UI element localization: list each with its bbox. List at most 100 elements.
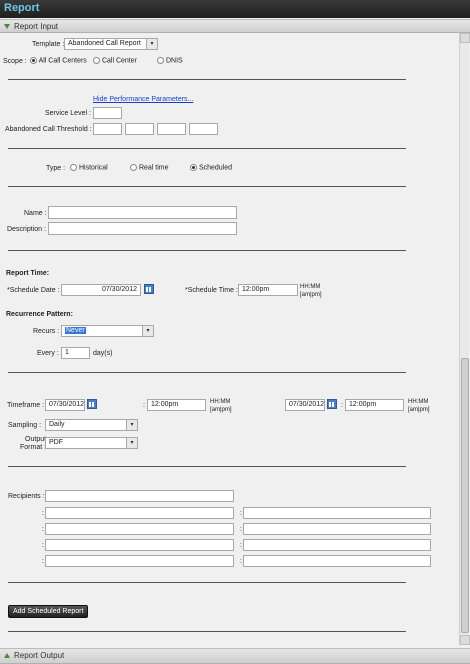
scope-option-label: DNIS — [165, 57, 183, 65]
type-historical[interactable]: Historical — [70, 164, 108, 171]
template-value: Abandoned Call Report — [68, 40, 141, 47]
report-output-header[interactable]: Report Output — [0, 648, 470, 664]
chevron-down-icon: ▾ — [126, 420, 137, 430]
recipient-input-6[interactable] — [45, 539, 234, 551]
threshold-input-4[interactable] — [189, 123, 218, 135]
separator — [8, 79, 406, 80]
recipient-input-8[interactable] — [45, 555, 234, 567]
threshold-input-1[interactable] — [93, 123, 122, 135]
separator — [8, 466, 406, 467]
scope-all-call-centers[interactable]: All Call Centers — [30, 57, 87, 64]
recipient-input-9[interactable] — [243, 555, 431, 567]
threshold-input-2[interactable] — [125, 123, 154, 135]
schedule-time-input[interactable]: 12:00pm — [238, 284, 298, 296]
recipient-colon: : — [240, 510, 242, 517]
recipient-colon: : — [42, 542, 44, 549]
scope-call-center[interactable]: Call Center — [93, 57, 137, 64]
separator — [8, 250, 406, 251]
recipient-colon: : — [42, 526, 44, 533]
timeframe-start-time-input[interactable]: 12:00pm — [147, 399, 206, 411]
recipient-colon: : — [42, 510, 44, 517]
threshold-label: Abandoned Call Threshold : — [5, 126, 92, 133]
every-input[interactable]: 1 — [61, 347, 90, 359]
hide-performance-link[interactable]: Hide Performance Parameters... — [93, 96, 193, 103]
time-hint-line: HH:MM — [300, 284, 321, 290]
template-select[interactable]: Abandoned Call Report ▾ — [64, 38, 158, 50]
output-format-select[interactable]: PDF ▾ — [45, 437, 138, 449]
sampling-label: Sampling : — [8, 422, 42, 429]
scope-label: Scope : — [3, 58, 27, 65]
type-real-time[interactable]: Real time — [130, 164, 169, 171]
recipient-input-2[interactable] — [45, 507, 234, 519]
report-output-label: Report Output — [14, 651, 65, 660]
timeframe-start-time: 12:00pm — [151, 401, 179, 408]
threshold-input-3[interactable] — [157, 123, 186, 135]
time-colon: : — [143, 402, 145, 409]
timeframe-end-time-input[interactable]: 12:00pm — [345, 399, 404, 411]
timeframe-end-date: 07/30/2012 — [289, 401, 325, 408]
type-option-label: Real time — [138, 164, 169, 172]
separator — [8, 582, 406, 583]
recurs-label: Recurs : — [33, 328, 60, 335]
time-colon: : — [341, 402, 343, 409]
recipient-input-1[interactable] — [45, 490, 234, 502]
recurrence-heading: Recurrence Pattern: — [6, 311, 73, 318]
separator — [8, 372, 406, 373]
schedule-date-input[interactable]: 07/30/2012 — [61, 284, 141, 296]
recipient-input-3[interactable] — [243, 507, 431, 519]
recurs-value: Never — [65, 327, 86, 334]
calendar-icon[interactable] — [144, 284, 154, 294]
report-input-label: Report Input — [14, 22, 59, 31]
type-option-label: Historical — [78, 164, 108, 172]
sampling-select[interactable]: Daily ▾ — [45, 419, 138, 431]
scope-dnis[interactable]: DNIS — [157, 57, 183, 64]
vertical-scrollbar[interactable] — [459, 33, 470, 645]
type-option-label: Scheduled — [198, 164, 233, 172]
schedule-date-value: 07/30/2012 — [101, 286, 137, 293]
chevron-down-icon: ▾ — [142, 326, 153, 336]
type-scheduled[interactable]: Scheduled — [190, 164, 232, 171]
schedule-date-label: *Schedule Date : — [7, 287, 60, 294]
collapse-triangle-icon — [4, 24, 10, 30]
every-label: Every : — [37, 350, 59, 357]
template-label: Template : — [32, 41, 65, 48]
scroll-down-button[interactable] — [460, 635, 470, 645]
recipient-input-4[interactable] — [45, 523, 234, 535]
sampling-value: Daily — [49, 421, 65, 428]
separator — [8, 148, 406, 149]
every-value: 1 — [65, 349, 69, 356]
service-level-label: Service Level : — [45, 110, 91, 117]
timeframe-start-date-input[interactable]: 07/30/2012 — [45, 399, 85, 411]
scroll-up-button[interactable] — [460, 33, 470, 43]
calendar-icon[interactable] — [327, 399, 337, 409]
scroll-thumb[interactable] — [461, 358, 469, 633]
type-label: Type : — [46, 165, 66, 172]
description-label: Description : — [7, 226, 46, 233]
app-title: Report — [0, 0, 470, 18]
output-format-label-line: Output — [25, 436, 47, 443]
separator — [8, 186, 406, 187]
output-format-value: PDF — [49, 439, 63, 446]
timeframe-end-date-input[interactable]: 07/30/2012 — [285, 399, 325, 411]
calendar-icon[interactable] — [87, 399, 97, 409]
recipient-input-7[interactable] — [243, 539, 431, 551]
scope-option-label: Call Center — [101, 57, 137, 65]
recipient-input-5[interactable] — [243, 523, 431, 535]
time-hint-line: [am|pm] — [300, 292, 322, 298]
schedule-time-value: 12:00pm — [242, 286, 270, 293]
every-unit: day(s) — [93, 350, 113, 357]
output-format-label-line: Format : — [20, 444, 47, 451]
radio-icon — [93, 57, 100, 64]
time-format-hint: HH:MM [am|pm] — [300, 283, 322, 299]
add-scheduled-report-button[interactable]: Add Scheduled Report — [8, 605, 89, 618]
chevron-down-icon: ▾ — [126, 438, 137, 448]
timeframe-start-date: 07/30/2012 — [49, 401, 85, 408]
recipient-colon: : — [240, 542, 242, 549]
description-input[interactable] — [48, 222, 237, 235]
name-input[interactable] — [48, 206, 237, 219]
service-level-input[interactable] — [93, 107, 122, 119]
report-input-header[interactable]: Report Input — [0, 19, 470, 33]
radio-icon — [130, 164, 137, 171]
recipient-colon: : — [240, 526, 242, 533]
recurs-select[interactable]: Never ▾ — [61, 325, 154, 337]
